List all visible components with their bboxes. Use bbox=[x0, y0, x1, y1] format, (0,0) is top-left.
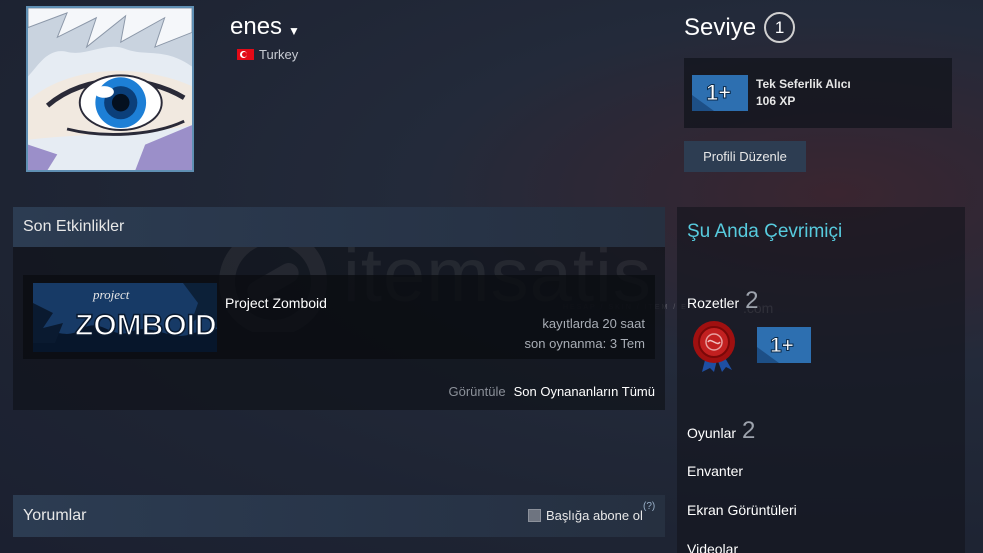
recent-activity-panel: Son Etkinlikler project ZOMBOID Project … bbox=[13, 207, 665, 410]
online-status: Şu Anda Çevrimiçi bbox=[687, 221, 843, 242]
svg-text:project: project bbox=[92, 287, 130, 302]
sidebar-item-games[interactable]: Oyunlar 2 bbox=[687, 417, 755, 445]
sidebar-item-badges[interactable]: Rozetler 2 bbox=[687, 287, 759, 315]
svg-text:1+: 1+ bbox=[706, 80, 731, 105]
comments-panel: Yorumlar Başlığa abone ol (?) bbox=[13, 495, 665, 537]
badges-count: 2 bbox=[745, 287, 759, 314]
game-last-played: son oynanma: 3 Tem bbox=[524, 336, 645, 351]
sidebar-item-videos[interactable]: Videolar bbox=[687, 541, 738, 553]
avatar[interactable] bbox=[26, 6, 194, 172]
game-hours: kayıtlarda 20 saat bbox=[542, 316, 645, 331]
view-all-recent-link[interactable]: Son Oynananların Tümü bbox=[514, 384, 655, 399]
badges-label: Rozetler bbox=[687, 295, 740, 311]
level-header: Seviye 1 bbox=[684, 12, 796, 43]
featured-badge-title: Tek Seferlik Alıcı bbox=[756, 77, 851, 91]
games-count: 2 bbox=[742, 417, 756, 444]
persona-name: enes bbox=[230, 13, 283, 40]
chevron-down-icon: ▼ bbox=[288, 24, 300, 38]
featured-badge-xp: 106 XP bbox=[756, 94, 796, 108]
help-link[interactable]: (?) bbox=[643, 501, 655, 512]
recent-activity-header: Son Etkinlikler bbox=[13, 207, 665, 247]
avatar-image bbox=[28, 8, 192, 170]
subscribe-label: Başlığa abone ol bbox=[546, 508, 643, 523]
screenshots-label: Ekran Görüntüleri bbox=[687, 502, 797, 518]
one-plus-badge-small-icon[interactable]: 1+ bbox=[757, 327, 811, 363]
persona-name-dropdown[interactable]: enes ▼ bbox=[230, 13, 300, 41]
game-row: project ZOMBOID Project Zomboid kayıtlar… bbox=[23, 275, 655, 359]
checkbox-icon[interactable] bbox=[528, 509, 541, 522]
videos-label: Videolar bbox=[687, 541, 739, 553]
wax-seal-badge-icon[interactable] bbox=[689, 320, 739, 372]
svg-text:ZOMBOID: ZOMBOID bbox=[75, 309, 217, 342]
view-all-recent: Görüntüle Son Oynananların Tümü bbox=[449, 384, 656, 399]
subscribe-checkbox[interactable]: Başlığa abone ol bbox=[528, 508, 643, 523]
comments-title: Yorumlar bbox=[23, 507, 87, 524]
country: Turkey bbox=[237, 47, 298, 62]
featured-badge[interactable]: 1+ Tek Seferlik Alıcı 106 XP bbox=[684, 58, 952, 128]
sidebar-item-inventory[interactable]: Envanter bbox=[687, 463, 743, 479]
game-name-link[interactable]: Project Zomboid bbox=[225, 295, 327, 311]
one-plus-badge-icon: 1+ bbox=[692, 75, 748, 111]
sidebar-item-screenshots[interactable]: Ekran Görüntüleri bbox=[687, 502, 797, 518]
edit-profile-button[interactable]: Profili Düzenle bbox=[684, 141, 806, 172]
level-label: Seviye bbox=[684, 13, 757, 41]
turkey-flag-icon bbox=[237, 49, 254, 60]
project-zomboid-capsule: project ZOMBOID bbox=[33, 283, 217, 352]
country-name: Turkey bbox=[259, 47, 299, 62]
inventory-label: Envanter bbox=[687, 463, 744, 479]
game-capsule-image[interactable]: project ZOMBOID bbox=[33, 283, 217, 352]
recent-activity-title: Son Etkinlikler bbox=[23, 218, 125, 235]
view-label: Görüntüle bbox=[448, 384, 506, 399]
level-circle[interactable]: 1 bbox=[764, 12, 796, 43]
games-label: Oyunlar bbox=[687, 425, 737, 441]
svg-text:1+: 1+ bbox=[770, 334, 794, 357]
profile-sidebar: Şu Anda Çevrimiçi Rozetler 2 1+ Oyunlar 2 … bbox=[677, 207, 965, 553]
